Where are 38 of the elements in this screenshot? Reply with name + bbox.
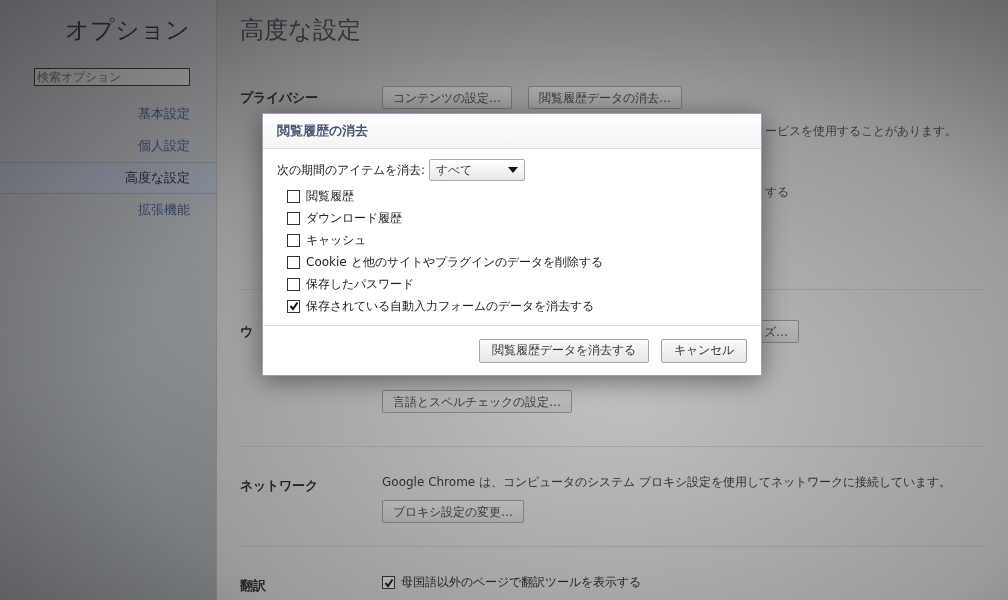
checkbox-label: 保存されている自動入力フォームのデータを消去する [306,297,594,315]
dialog-button[interactable]: 閲覧履歴データを消去する [479,338,649,363]
period-label: 次の期間のアイテムを消去: [277,161,426,179]
settings-button[interactable]: 言語とスペルチェックの設定… [382,390,572,413]
caret-icon [508,167,519,173]
checkbox-label: ダウンロード履歴 [306,209,402,227]
settings-button[interactable]: 閲覧履歴データの消去… [528,86,682,109]
period-dropdown[interactable]: すべて [429,159,526,181]
checkbox[interactable] [287,255,300,269]
section-heading: 翻訳 [240,577,267,595]
section-heading: ウ [240,323,254,341]
sidebar-item[interactable]: 個人設定 [0,130,216,162]
section-heading: ネットワーク [240,477,319,495]
checkbox[interactable] [287,211,300,225]
checkbox[interactable] [287,299,300,313]
checkbox[interactable] [287,233,300,247]
settings-button[interactable]: コンテンツの設定… [382,86,512,109]
description-text: ービスを使用することがあります。 [765,123,958,140]
checkbox[interactable] [382,576,395,589]
settings-button[interactable]: ズ… [762,320,799,343]
sidebar-item[interactable]: 高度な設定 [0,162,216,194]
settings-button[interactable]: プロキシ設定の変更… [382,500,524,523]
checkbox-label: キャッシュ [306,231,366,249]
checkbox[interactable] [287,277,300,291]
checkbox-label: 保存したパスワード [306,275,414,293]
page-title: 高度な設定 [240,0,984,59]
checkbox-label: Cookie と他のサイトやプラグインのデータを削除する [306,253,603,271]
checkbox-label: 母国語以外のページで翻訳ツールを表示する [401,574,641,591]
section-heading: プライバシー [240,89,319,107]
description-text: する [765,184,790,201]
sidebar-title: オプション [65,15,190,46]
dialog-button[interactable]: キャンセル [661,338,747,363]
sidebar-item[interactable]: 基本設定 [0,98,216,130]
sidebar-item[interactable]: 拡張機能 [0,194,216,226]
checkbox[interactable] [287,189,300,203]
dialog-title: 閲覧履歴の消去 [277,122,368,140]
checkbox-label: 閲覧履歴 [306,187,354,205]
description-text: Google Chrome は、コンピュータのシステム プロキシ設定を使用してネットワークに接続しています。 [382,474,952,491]
